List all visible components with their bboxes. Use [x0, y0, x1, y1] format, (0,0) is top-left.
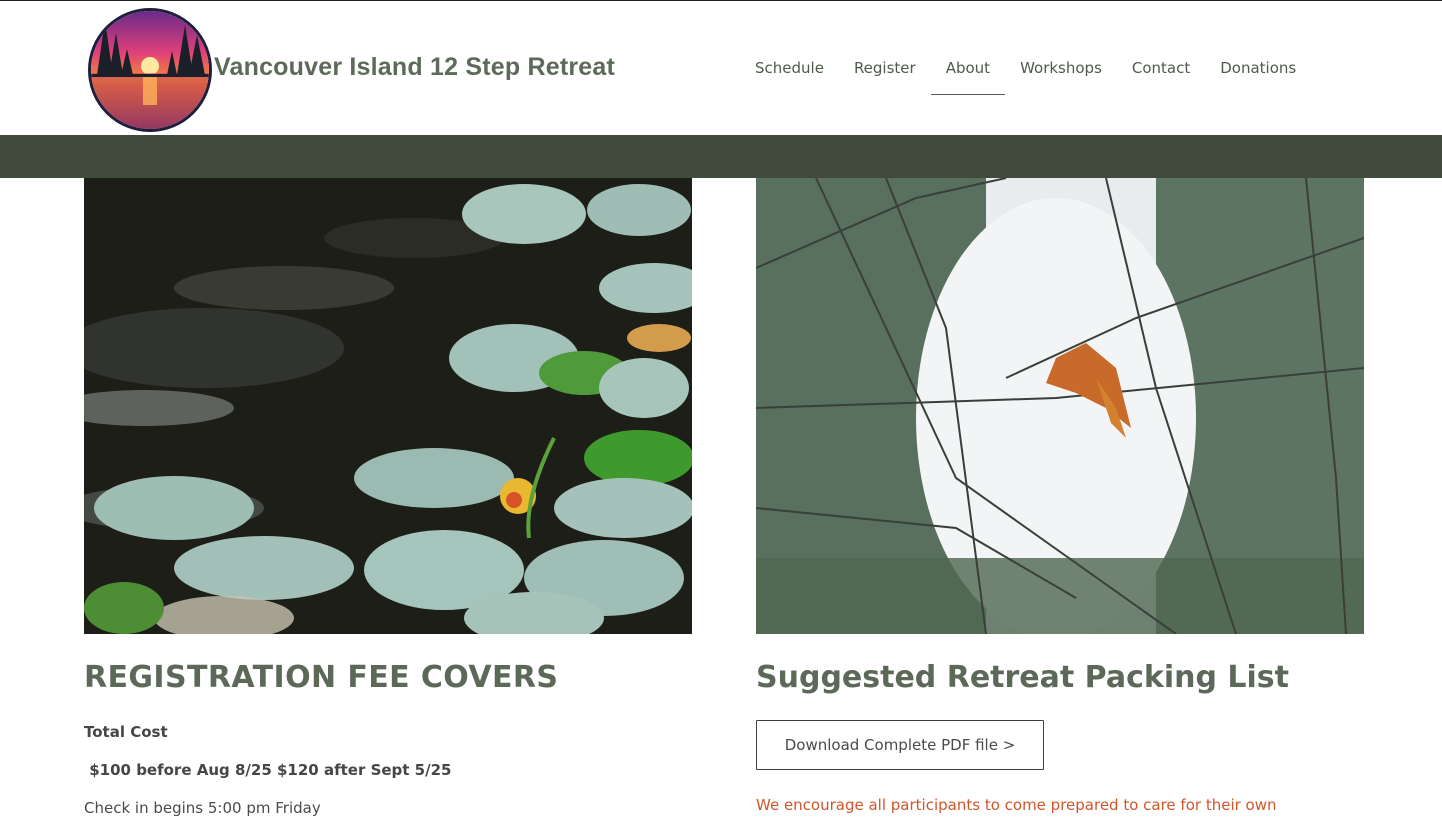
nav-item-workshops[interactable]: Workshops — [1005, 47, 1117, 95]
price-text: $100 before Aug 8/25 $120 after Sept 5/2… — [84, 761, 452, 779]
nav-item-schedule[interactable]: Schedule — [740, 47, 839, 95]
registration-heading: REGISTRATION FEE COVERS — [84, 660, 559, 695]
nav-item-contact[interactable]: Contact — [1117, 47, 1205, 95]
nav-item-about[interactable]: About — [930, 47, 1006, 95]
main-nav: Schedule Register About Workshops Contac… — [740, 47, 1311, 95]
sunset-lake-logo[interactable] — [88, 8, 212, 132]
packing-notice: We encourage all participants to come pr… — [756, 796, 1277, 814]
site-header: Vancouver Island 12 Step Retreat Schedul… — [0, 1, 1442, 135]
check-in-text: Check in begins 5:00 pm Friday — [84, 799, 321, 817]
nav-item-register[interactable]: Register — [839, 47, 931, 95]
total-cost-label: Total Cost — [84, 723, 168, 741]
water-lilies-photo — [84, 178, 692, 634]
site-title[interactable]: Vancouver Island 12 Step Retreat — [214, 53, 615, 82]
header-band — [0, 135, 1442, 178]
nav-item-donations[interactable]: Donations — [1205, 47, 1311, 95]
download-pdf-button[interactable]: Download Complete PDF file > — [756, 720, 1044, 770]
packing-list-heading: Suggested Retreat Packing List — [756, 660, 1289, 695]
forest-branches-photo — [756, 178, 1364, 634]
